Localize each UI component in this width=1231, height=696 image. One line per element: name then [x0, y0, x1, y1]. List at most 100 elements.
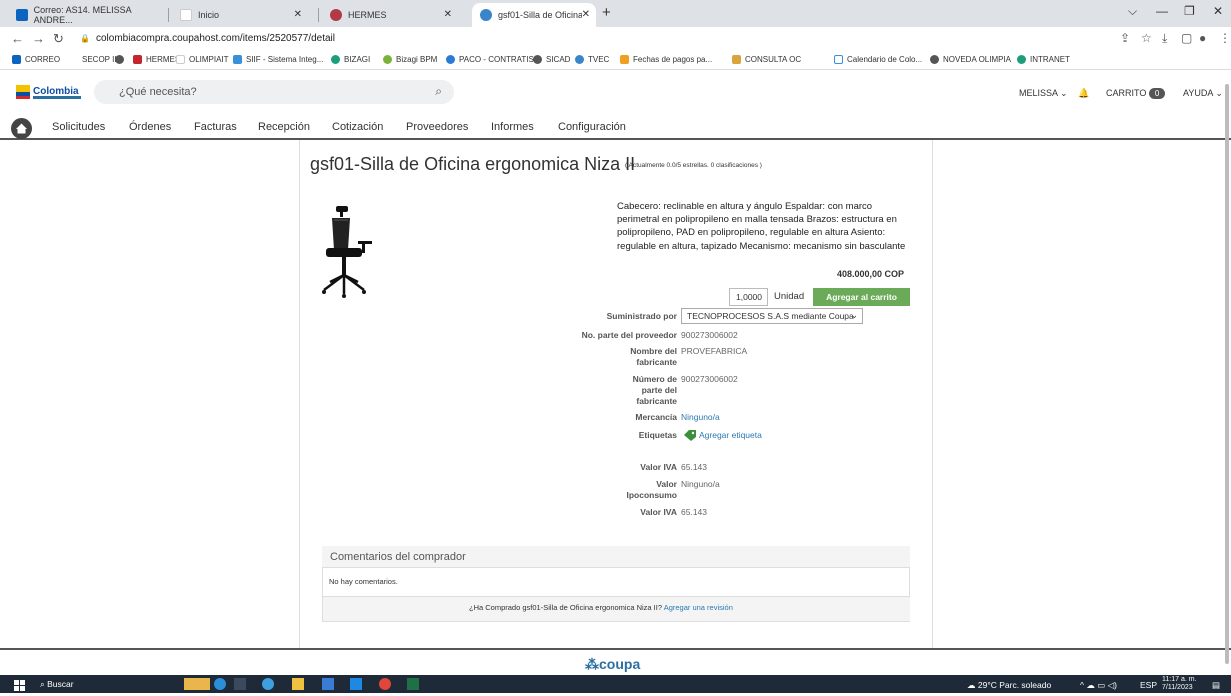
bookmark-correo[interactable]: CORREO [12, 55, 60, 64]
add-review-link[interactable]: Agregar una revisión [664, 603, 733, 612]
share-icon[interactable]: ⇪ [1120, 31, 1130, 45]
search-icon[interactable]: ⌕ [435, 84, 442, 99]
hermes-icon [133, 55, 142, 64]
bookmark-paco[interactable]: PACO - CONTRATIS... [446, 55, 540, 64]
bookmark-intranet[interactable]: INTRANET [1017, 55, 1070, 64]
minimize-icon[interactable]: — [1156, 4, 1168, 18]
store-icon[interactable] [322, 678, 334, 690]
tab-hermes[interactable]: HERMES ✕ [322, 3, 462, 27]
nav-ordenes[interactable]: Órdenes [129, 121, 171, 133]
ipoconsumo-value: Ninguno/a [681, 479, 720, 489]
commodity-label: Mercancía [635, 412, 677, 422]
nav-solicitudes[interactable]: Solicitudes [52, 121, 105, 133]
tag-icon[interactable] [684, 428, 697, 441]
bookmark-siif[interactable]: SIIF - Sistema Integ... [233, 55, 323, 64]
tab-inicio[interactable]: Inicio ✕ [172, 3, 312, 27]
bookmark-label: CONSULTA OC [745, 55, 802, 64]
check-icon [620, 55, 629, 64]
task-view-icon[interactable] [234, 678, 246, 690]
coupa-logo: ⁂coupa [585, 656, 640, 673]
colombia-compra-logo[interactable]: Colombia [16, 83, 84, 103]
outlook-icon [12, 55, 21, 64]
product-image[interactable] [318, 204, 380, 300]
sidepanel-icon[interactable]: ▢ [1181, 31, 1192, 45]
widgets-icon[interactable] [184, 678, 210, 690]
restore-icon[interactable]: ❐ [1184, 4, 1195, 18]
notifications-icon[interactable]: ▤ [1212, 680, 1220, 691]
user-icon[interactable] [214, 678, 226, 690]
file-explorer-icon[interactable] [292, 678, 304, 690]
chrome-icon[interactable] [379, 678, 391, 690]
tab-title: HERMES [348, 10, 387, 20]
clock-time: 11:17 a. m. [1162, 676, 1197, 683]
bookmark-bizagi[interactable]: BIZAGI [331, 55, 370, 64]
nav-configuracion[interactable]: Configuración [558, 121, 626, 133]
clock[interactable]: 11:17 a. m. 7/11/2023 [1162, 676, 1197, 692]
clock-date: 7/11/2023 [1162, 684, 1193, 691]
bookmark-calendario[interactable]: Calendario de Colo... [834, 55, 922, 64]
window-close-icon[interactable]: ✕ [1213, 4, 1223, 18]
nav-facturas[interactable]: Facturas [194, 121, 237, 133]
nav-informes[interactable]: Informes [491, 121, 534, 133]
bookmark-globe[interactable] [115, 55, 128, 64]
page-icon [176, 55, 185, 64]
supplier-select[interactable]: TECNOPROCESOS S.A.S mediante Coupa ⌄ [681, 308, 863, 324]
item-rating: ( Actualmente 0.0/5 estrellas. 0 clasifi… [625, 162, 762, 169]
mail-icon[interactable] [350, 678, 362, 690]
tab-item-detail[interactable]: gsf01-Silla de Oficina ergonomi... ✕ [472, 3, 596, 27]
search-input[interactable]: ¿Qué necesita? ⌕ [94, 80, 454, 104]
help-menu[interactable]: AYUDA ⌄ [1183, 88, 1223, 99]
tray-icons[interactable]: ^ ☁ ▭ ◁) [1080, 680, 1117, 691]
url-field[interactable]: 🔒 colombiacompra.coupahost.com/items/2520… [80, 33, 335, 44]
profile-icon[interactable]: ● [1199, 31, 1206, 45]
home-icon[interactable] [11, 118, 32, 139]
chevron-down-icon[interactable]: ⌵ [1128, 4, 1137, 19]
add-tag-link[interactable]: Agregar etiqueta [699, 430, 762, 440]
taskbar-search[interactable]: ⌕ Buscar [40, 679, 74, 690]
bookmark-consulta-oc[interactable]: CONSULTA OC [732, 55, 801, 64]
commodity-link[interactable]: Ninguno/a [681, 412, 720, 422]
hermes-icon [330, 9, 342, 21]
reload-icon[interactable]: ↻ [53, 31, 64, 47]
nav-cotizacion[interactable]: Cotización [332, 121, 383, 133]
calendar-icon [834, 55, 843, 64]
tab-correo[interactable]: Correo: AS14. MELISSA ANDRE... [8, 3, 168, 27]
cart-link[interactable]: CARRITO 0 [1106, 88, 1166, 99]
cart-label: CARRITO [1106, 88, 1147, 98]
add-to-cart-button[interactable]: Agregar al carrito [813, 288, 910, 306]
download-icon[interactable]: ⤓ [1162, 31, 1167, 46]
forward-icon[interactable]: → [32, 31, 45, 46]
tab-title: Correo: AS14. MELISSA ANDRE... [33, 5, 132, 25]
weather-icon: ☁ [967, 680, 976, 690]
menu-icon[interactable]: ⋮ [1219, 31, 1231, 45]
windows-start-icon[interactable] [14, 678, 25, 691]
bookmark-bizagi-bpm[interactable]: Bizagi BPM [383, 55, 437, 64]
user-menu[interactable]: MELISSA ⌄ [1019, 88, 1068, 99]
iva-value: 65.143 [681, 462, 707, 472]
nav-proveedores[interactable]: Proveedores [406, 121, 468, 133]
search-icon: ⌕ [40, 679, 45, 689]
logo-text: Colombia [33, 86, 79, 97]
weather-widget[interactable]: ☁ 29°C Parc. soleado [967, 680, 1051, 691]
new-tab-icon[interactable]: + [602, 4, 611, 21]
edge-icon[interactable] [262, 678, 274, 690]
back-icon[interactable]: ← [11, 31, 24, 46]
excel-icon[interactable] [407, 678, 419, 690]
star-icon[interactable]: ☆ [1141, 31, 1152, 45]
bookmark-sicad[interactable]: SICAD [533, 55, 570, 64]
quantity-input[interactable]: 1,0000 [729, 288, 768, 306]
bookmark-tvec[interactable]: TVEC [575, 55, 609, 64]
page-scrollbar[interactable] [1225, 84, 1229, 664]
language-indicator[interactable]: ESP [1140, 680, 1157, 690]
nav-recepcion[interactable]: Recepción [258, 121, 310, 133]
close-icon[interactable]: ✕ [294, 9, 302, 20]
bookmark-secop[interactable]: SECOP II [82, 55, 117, 64]
close-icon[interactable]: ✕ [582, 9, 590, 20]
intranet-icon [1017, 55, 1026, 64]
bookmark-olimpiait[interactable]: OLIMPIAIT [176, 55, 229, 64]
bookmark-noveda[interactable]: NOVEDA OLIMPIA [930, 55, 1011, 64]
bell-icon[interactable]: 🔔 [1078, 88, 1089, 99]
bookmark-fechas[interactable]: Fechas de pagos pa... [620, 55, 712, 64]
bookmark-hermes[interactable]: HERMES [133, 55, 180, 64]
close-icon[interactable]: ✕ [444, 9, 452, 20]
